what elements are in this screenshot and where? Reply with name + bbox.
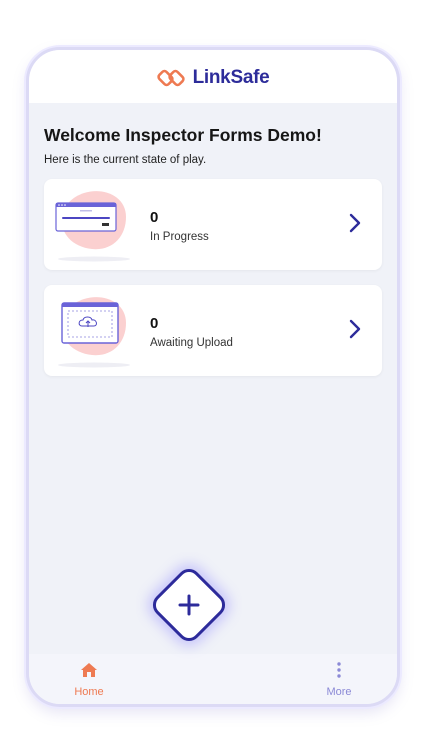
- awaiting-upload-label: Awaiting Upload: [150, 337, 233, 349]
- in-progress-label: In Progress: [150, 231, 209, 243]
- page-title: Welcome Inspector Forms Demo!: [44, 125, 322, 145]
- more-vertical-icon: [337, 662, 341, 678]
- linksafe-logo: LinkSafe: [156, 66, 270, 89]
- in-progress-count: 0: [150, 209, 159, 226]
- in-progress-card[interactable]: 0 In Progress: [44, 179, 382, 270]
- awaiting-upload-count: 0: [150, 315, 159, 332]
- nav-home-label: Home: [74, 686, 104, 698]
- chevron-right-icon[interactable]: [348, 213, 362, 233]
- nav-more-label: More: [326, 686, 352, 698]
- bottom-nav: Home More: [29, 654, 397, 704]
- progress-form-illustration: [55, 191, 130, 262]
- link-logo-icon: [156, 69, 185, 86]
- brand-name: LinkSafe: [192, 66, 270, 88]
- awaiting-upload-card[interactable]: 0 Awaiting Upload: [44, 285, 382, 376]
- cloud-upload-illustration: [58, 297, 130, 368]
- chevron-right-icon[interactable]: [348, 319, 362, 339]
- home-icon: [81, 663, 97, 677]
- plus-icon: [178, 594, 200, 616]
- page-subtitle: Here is the current state of play.: [44, 154, 207, 166]
- app-header: LinkSafe: [29, 50, 397, 103]
- nav-more[interactable]: More: [321, 662, 357, 698]
- nav-home[interactable]: Home: [71, 662, 107, 698]
